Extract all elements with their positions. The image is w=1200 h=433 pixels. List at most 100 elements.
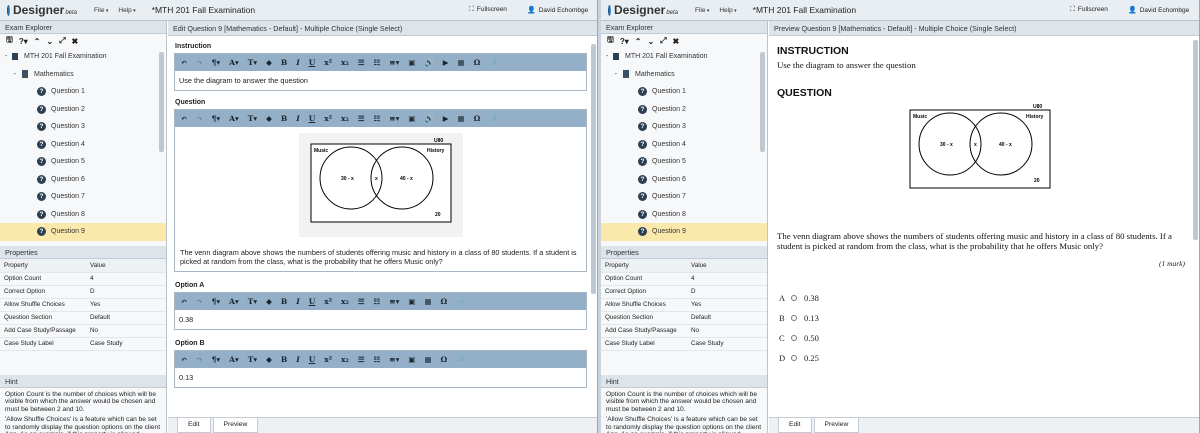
bulleted-list-icon[interactable]: ☰ (358, 355, 365, 364)
table-row[interactable]: Add Case Study/Passage No (0, 324, 166, 338)
option-a-content[interactable]: 0.38 (175, 310, 586, 329)
text-size-icon[interactable]: T▾ (248, 114, 257, 123)
source-icon[interactable]: 🔗 (489, 58, 498, 67)
source-icon[interactable]: 🔗 (489, 114, 498, 123)
underline-icon[interactable]: U (309, 114, 316, 123)
preview-option-d[interactable]: D 0.25 (779, 348, 1199, 368)
fill-color-icon[interactable]: ◆ (266, 114, 272, 123)
table-icon[interactable]: ▦ (458, 58, 465, 67)
tree-question-selected[interactable]: ? Question 9 (601, 223, 767, 241)
superscript-icon[interactable]: x² (324, 355, 332, 364)
table-icon[interactable]: ▦ (424, 355, 431, 364)
superscript-icon[interactable]: x² (324, 114, 332, 123)
tab-edit[interactable]: Edit (778, 418, 812, 433)
text-size-icon[interactable]: T▾ (248, 297, 257, 306)
preview-scrollbar[interactable] (1193, 40, 1198, 240)
tree-section[interactable]: - Mathematics (0, 66, 166, 84)
fill-color-icon[interactable]: ◆ (266, 355, 272, 364)
audio-icon[interactable]: 🔊 (424, 58, 433, 67)
help-icon[interactable]: ?▾ (19, 37, 28, 46)
subscript-icon[interactable]: x₂ (341, 355, 349, 364)
fill-color-icon[interactable]: ◆ (266, 297, 272, 306)
tree-question[interactable]: ? Question 7 (601, 188, 767, 206)
paragraph-icon[interactable]: ¶▾ (212, 58, 221, 67)
tree-root[interactable]: - MTH 201 Fall Examination (0, 48, 166, 66)
prop-value[interactable]: Yes (86, 298, 166, 312)
collapse-toggle-icon[interactable]: - (601, 71, 623, 78)
collapse-toggle-icon[interactable]: - (601, 53, 613, 60)
video-icon[interactable]: ▶ (443, 58, 449, 67)
option-b-content[interactable]: 0.13 (175, 368, 586, 387)
table-row[interactable]: Add Case Study/Passage No (601, 324, 767, 338)
underline-icon[interactable]: U (309, 297, 316, 306)
fullscreen-button[interactable]: ⛶ Fullscreen (469, 6, 507, 14)
video-icon[interactable]: ▶ (443, 114, 449, 123)
preview-option-c[interactable]: C 0.50 (779, 328, 1199, 348)
user-menu[interactable]: 👤 David Echombge (527, 6, 588, 14)
move-up-icon[interactable]: ⌃ (635, 37, 642, 46)
prop-value[interactable]: 4 (687, 272, 767, 286)
bulleted-list-icon[interactable]: ☰ (358, 58, 365, 67)
align-icon[interactable]: ≡▾ (389, 58, 399, 67)
tree-root[interactable]: - MTH 201 Fall Examination (601, 48, 767, 66)
preview-option-b[interactable]: B 0.13 (779, 308, 1199, 328)
align-icon[interactable]: ≡▾ (389, 297, 399, 306)
editor-scrollbar[interactable] (591, 44, 596, 294)
radio-icon[interactable] (791, 334, 797, 341)
font-color-icon[interactable]: A▾ (229, 58, 239, 67)
table-row[interactable]: Allow Shuffle Choices Yes (0, 298, 166, 312)
font-color-icon[interactable]: A▾ (229, 114, 239, 123)
image-icon[interactable]: ▣ (408, 114, 415, 123)
text-size-icon[interactable]: T▾ (248, 355, 257, 364)
prop-value[interactable]: Case Study (687, 337, 767, 351)
menu-file[interactable]: File (94, 7, 108, 14)
bulleted-list-icon[interactable]: ☰ (358, 297, 365, 306)
image-icon[interactable]: ▣ (408, 297, 415, 306)
tree-question[interactable]: ? Question 3 (601, 118, 767, 136)
tree-question[interactable]: ? Question 1 (601, 83, 767, 101)
tree-section[interactable]: - Mathematics (601, 66, 767, 84)
image-icon[interactable]: ▣ (408, 355, 415, 364)
tree-question-selected[interactable]: ? Question 9 (0, 223, 166, 241)
paragraph-icon[interactable]: ¶▾ (212, 355, 221, 364)
tree-scrollbar[interactable] (760, 52, 765, 152)
undo-icon[interactable]: ↶ (181, 297, 187, 306)
table-row[interactable]: Question Section Default (601, 311, 767, 325)
italic-icon[interactable]: I (296, 297, 300, 306)
help-icon[interactable]: ?▾ (620, 37, 629, 46)
tree-question[interactable]: ? Question 7 (0, 188, 166, 206)
numbered-list-icon[interactable]: ☷ (374, 355, 381, 364)
table-row[interactable]: Option Count 4 (601, 272, 767, 286)
table-icon[interactable]: ▦ (424, 297, 431, 306)
undo-icon[interactable]: ↶ (181, 355, 187, 364)
radio-icon[interactable] (791, 354, 797, 361)
image-icon[interactable]: ▣ (408, 58, 415, 67)
bold-icon[interactable]: B (281, 114, 287, 123)
tree-question[interactable]: ? Question 6 (0, 171, 166, 189)
prop-value[interactable]: No (86, 324, 166, 338)
tree-question[interactable]: ? Question 5 (601, 153, 767, 171)
prop-value[interactable]: Case Study (86, 337, 166, 351)
collapse-icon[interactable]: ✖ (673, 37, 680, 46)
radio-icon[interactable] (791, 314, 797, 321)
source-icon[interactable]: 🔗 (456, 355, 465, 364)
paragraph-icon[interactable]: ¶▾ (212, 297, 221, 306)
paragraph-icon[interactable]: ¶▾ (212, 114, 221, 123)
undo-icon[interactable]: ↶ (181, 58, 187, 67)
tab-preview[interactable]: Preview (212, 418, 259, 433)
redo-icon[interactable]: ↷ (196, 297, 202, 306)
subscript-icon[interactable]: x₂ (341, 58, 349, 67)
subscript-icon[interactable]: x₂ (341, 297, 349, 306)
expand-icon[interactable]: ⤢ (660, 36, 666, 46)
prop-value[interactable]: Yes (687, 298, 767, 312)
prop-value[interactable]: D (687, 285, 767, 299)
bold-icon[interactable]: B (281, 297, 287, 306)
prop-value[interactable]: Default (687, 311, 767, 325)
tab-preview[interactable]: Preview (813, 418, 860, 433)
subscript-icon[interactable]: x₂ (341, 114, 349, 123)
save-icon[interactable]: 🖫 (607, 34, 614, 48)
expand-icon[interactable]: ⤢ (59, 36, 65, 46)
tab-edit[interactable]: Edit (177, 418, 211, 433)
move-up-icon[interactable]: ⌃ (34, 37, 41, 46)
symbol-icon[interactable]: Ω (441, 355, 448, 364)
